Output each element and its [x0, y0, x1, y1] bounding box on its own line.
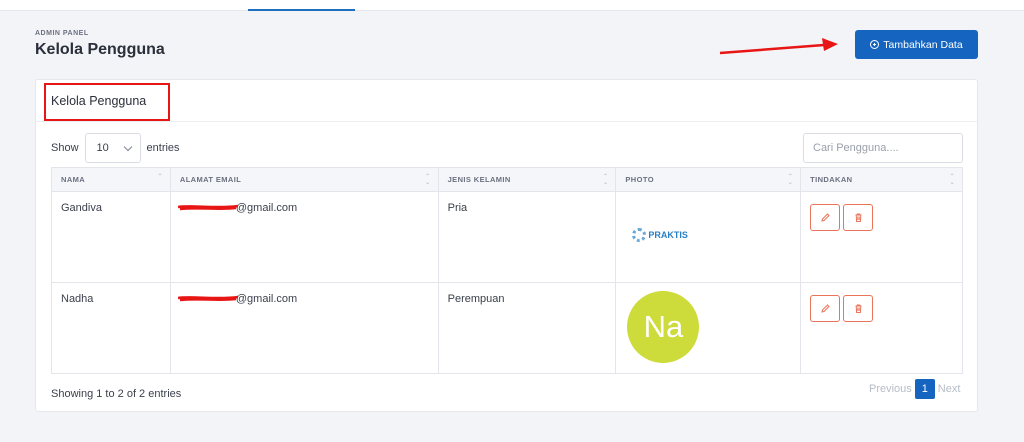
sort-icon: ⌃	[157, 174, 163, 180]
users-table: NAMA ⌃ ALAMAT EMAIL ⌃ ⌄ JENIS KELAMIN ⌃ ⌄ PHO…	[51, 167, 963, 374]
add-data-button[interactable]: Tambahkan Data	[855, 30, 978, 59]
column-header-name[interactable]: NAMA ⌃	[51, 167, 171, 192]
page-size-select[interactable]: 10	[84, 133, 141, 163]
chevron-down-icon	[123, 142, 132, 151]
sort-icon: ⌃ ⌄	[602, 174, 609, 186]
pagination-page-1[interactable]: 1	[914, 379, 935, 399]
pagination-previous[interactable]: Previous	[869, 383, 912, 395]
active-tab-indicator	[248, 9, 355, 11]
delete-button[interactable]	[843, 295, 874, 322]
column-header-gender[interactable]: JENIS KELAMIN ⌃ ⌄	[437, 167, 617, 192]
cell-name: Nadha	[51, 282, 171, 374]
page-size-value: 10	[96, 142, 109, 154]
breadcrumb: ADMIN PANEL	[35, 30, 89, 37]
sort-icon: ⌃ ⌄	[787, 174, 794, 186]
cell-name: Gandiva	[51, 191, 171, 283]
table-header-row: NAMA ⌃ ALAMAT EMAIL ⌃ ⌄ JENIS KELAMIN ⌃ ⌄ PHO…	[51, 167, 963, 192]
annotation-highlight-box	[44, 83, 170, 121]
entries-info: Showing 1 to 2 of 2 entries	[51, 388, 182, 400]
plus-circle-icon	[870, 40, 880, 49]
top-navbar	[0, 0, 1024, 11]
avatar: Na	[627, 291, 700, 363]
entries-label: entries	[146, 142, 180, 154]
cell-gender: Perempuan	[437, 282, 617, 374]
cell-actions	[800, 282, 963, 374]
card-header: Kelola Pengguna	[36, 80, 977, 122]
pagination-next[interactable]: Next	[938, 383, 961, 395]
pencil-icon	[820, 304, 830, 313]
redaction-scribble	[177, 295, 238, 302]
column-header-photo[interactable]: PHOTO ⌃ ⌄	[615, 167, 802, 192]
cell-photo: PRAKTIS	[615, 191, 802, 283]
search-input[interactable]	[803, 133, 963, 163]
logo-text: PRAKTIS	[648, 230, 688, 240]
delete-button[interactable]	[843, 204, 874, 231]
column-header-actions[interactable]: TINDAKAN ⌃ ⌄	[800, 167, 963, 192]
add-data-label: Tambahkan Data	[883, 38, 963, 51]
praktis-logo: PRAKTIS	[632, 228, 688, 242]
cell-photo: Na	[615, 282, 802, 374]
redaction-scribble	[177, 204, 238, 211]
gear-logo-icon	[632, 228, 647, 242]
pagination: Previous 1 Next	[869, 379, 960, 399]
cell-actions	[800, 191, 963, 283]
pencil-icon	[820, 213, 830, 222]
cell-gender: Pria	[437, 191, 617, 283]
cell-email: @gmail.com	[169, 191, 439, 283]
sort-icon: ⌃ ⌄	[425, 174, 431, 186]
users-card: Kelola Pengguna Show 10 entries NAMA⌃ AL…	[35, 79, 978, 412]
page-size-control: Show 10 entries	[51, 133, 180, 163]
cell-email: @gmail.com	[169, 282, 439, 374]
edit-button[interactable]	[810, 295, 841, 322]
table-row: Gandiva @gmail.com Pria PRAKTIS	[51, 191, 963, 283]
annotation-arrow	[719, 38, 838, 55]
column-header-email[interactable]: ALAMAT EMAIL ⌃ ⌄	[169, 167, 439, 192]
trash-icon	[855, 213, 862, 222]
sort-icon: ⌃ ⌄	[949, 174, 955, 186]
page-title: Kelola Pengguna	[35, 41, 165, 58]
edit-button[interactable]	[810, 204, 841, 231]
show-label: Show	[51, 142, 79, 154]
trash-icon	[855, 304, 862, 313]
table-row: Nadha @gmail.com Perempuan Na	[51, 282, 963, 374]
